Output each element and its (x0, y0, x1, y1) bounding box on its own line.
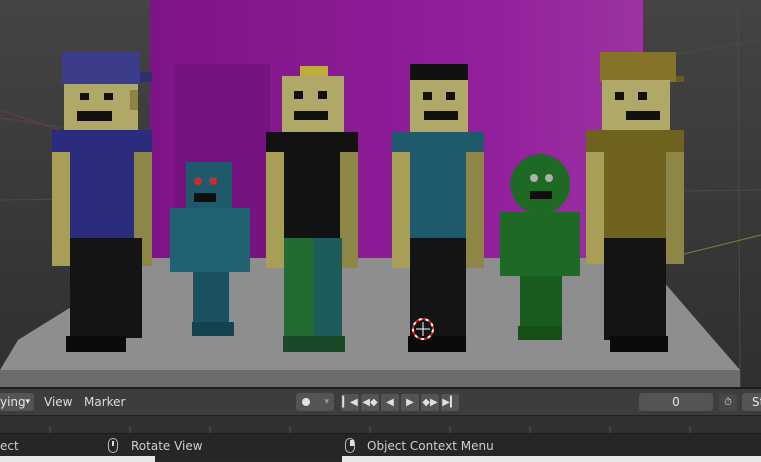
previous-keyframe-button[interactable]: ◀◆ (361, 394, 379, 411)
jump-to-end-icon: ▶▎ (442, 397, 458, 408)
status-bar: ect Rotate View Object Context Menu (0, 433, 761, 462)
chevron-down-icon: ▾ (25, 397, 30, 407)
playback-mode-dropdown[interactable]: ying ▾ (0, 393, 34, 411)
status-middle-action: Rotate View (131, 439, 203, 453)
current-frame-field[interactable]: 0 (639, 393, 713, 411)
jump-to-end-button[interactable]: ▶▎ (441, 394, 459, 411)
status-progress-bar (0, 456, 155, 462)
chevron-down-icon: ▾ (324, 397, 329, 407)
jump-to-start-icon: ▎◀ (342, 397, 358, 408)
play-reverse-button[interactable]: ◀ (381, 394, 399, 411)
play-button[interactable]: ▶ (401, 394, 419, 411)
playback-mode-value: ying (0, 395, 26, 409)
mouse-right-button-icon (345, 438, 355, 453)
view-menu[interactable]: View (44, 389, 72, 415)
jump-to-start-button[interactable]: ▎◀ (341, 394, 359, 411)
record-dot-icon (302, 398, 310, 406)
timeline-header: ying ▾ View Marker ▾ ▎◀ ◀◆ ◀ ▶ ◆▶ ▶▎ 0 ⏱… (0, 387, 761, 415)
start-frame-field[interactable]: St (742, 393, 761, 411)
next-keyframe-icon: ◆▶ (422, 397, 438, 408)
status-region-bar (342, 456, 761, 462)
marker-menu[interactable]: Marker (84, 389, 125, 415)
next-keyframe-button[interactable]: ◆▶ (421, 394, 439, 411)
status-left-action: ect (0, 439, 19, 453)
3d-viewport[interactable] (0, 0, 761, 387)
preview-range-toggle[interactable]: ⏱ (719, 394, 737, 411)
mouse-middle-button-icon (108, 438, 118, 453)
3d-cursor-icon[interactable] (412, 318, 434, 340)
viewport-scene (0, 0, 761, 387)
ruler-ticks (49, 426, 691, 433)
timeline-ruler[interactable] (0, 415, 761, 433)
stopwatch-icon: ⏱ (724, 397, 732, 408)
previous-keyframe-icon: ◀◆ (362, 397, 378, 408)
auto-keying-toggle[interactable]: ▾ (296, 393, 334, 411)
start-frame-label: St (752, 395, 761, 409)
play-reverse-icon: ◀ (386, 397, 394, 408)
play-icon: ▶ (406, 397, 414, 408)
status-right-action: Object Context Menu (367, 439, 494, 453)
